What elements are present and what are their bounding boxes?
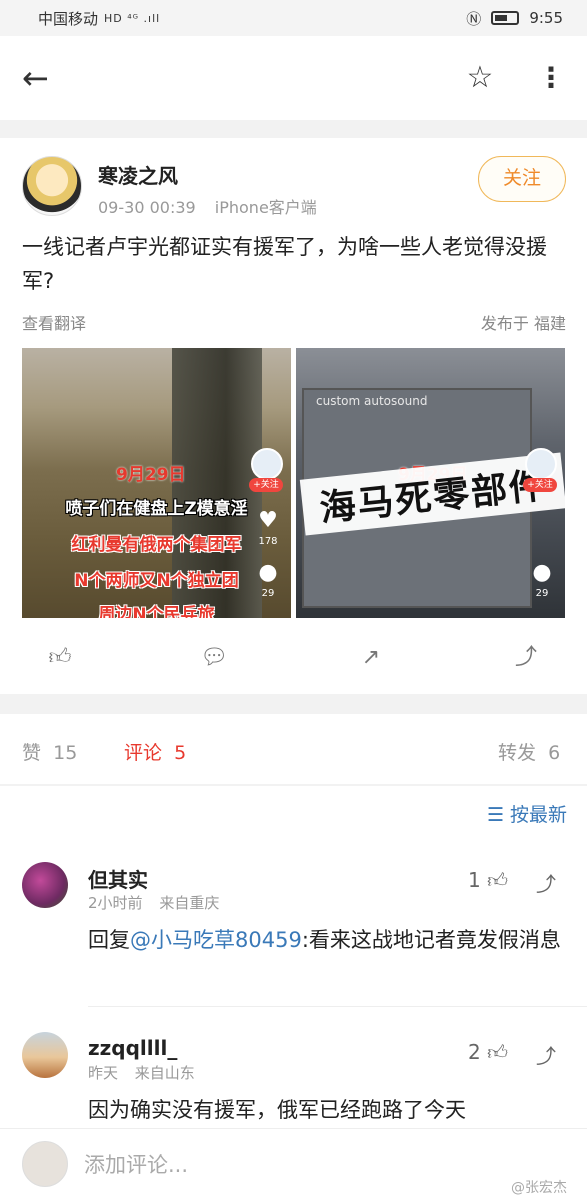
author-name[interactable]: 寒凌之风 [98, 160, 178, 189]
my-avatar [22, 1141, 68, 1187]
comment-body: :看来这战地记者竟发假消息 [301, 928, 561, 952]
post-image-1[interactable]: 9月29日 喷子们在健盘上Z模意淫 红利曼有俄两个集团军 N个两师又N个独立团 … [22, 348, 291, 618]
likes-tab-label: 赞 [22, 742, 42, 764]
comment-icon[interactable]: 💬︎ [198, 642, 230, 674]
commenter-name[interactable]: 但其实 [88, 864, 148, 893]
video-author-avatar-2 [525, 448, 557, 480]
post-stats: 赞 15 评论 5 转发 6 [0, 714, 587, 784]
video-author-avatar [251, 448, 283, 480]
video-follow-badge-2: +关注 [523, 478, 557, 492]
comment-input[interactable]: 添加评论... [84, 1149, 188, 1179]
reposts-tab[interactable]: 转发 6 [498, 738, 560, 765]
clock: 9:55 [529, 9, 563, 27]
comments-tab-count: 5 [174, 742, 187, 764]
follow-button[interactable]: 关注 [478, 156, 566, 202]
likes-tab-count: 15 [53, 742, 78, 764]
reply-prefix: 回复 [88, 928, 130, 952]
nfc-icon: Ⓝ [466, 9, 482, 28]
comment-meta: 昨天 来自山东 [88, 1062, 195, 1083]
back-arrow-icon[interactable]: ← [22, 60, 62, 96]
image-caption-line-3: N个两师又N个独立团 [74, 571, 239, 591]
commenter-avatar[interactable] [22, 1032, 68, 1078]
reposts-tab-label: 转发 [498, 742, 537, 764]
top-navbar: ← ☆ ⋮ [0, 36, 587, 120]
status-bar: 中国移动 HD ⁴ᴳ .ıll Ⓝ 9:55 [0, 0, 587, 36]
post-actions: 👍︎ 💬︎ ↗ ⤴ [0, 638, 587, 678]
more-vertical-icon[interactable]: ⋮ [536, 60, 566, 96]
video-comment-count: 29 [261, 588, 275, 599]
post-time: 09-30 00:39 [98, 198, 196, 217]
like-thumb-icon[interactable]: 👍︎ [44, 642, 76, 674]
comment-bubble-icon-2: ● [532, 560, 552, 585]
commenter-avatar[interactable] [22, 862, 68, 908]
comment-time: 昨天 [88, 1064, 119, 1082]
comment-location: 来自山东 [134, 1064, 195, 1082]
image-caption-line-4: 周边N个民兵旅 [98, 605, 215, 618]
star-icon[interactable]: ☆ [462, 60, 498, 96]
post-meta: 09-30 00:39 iPhone客户端 [98, 194, 317, 218]
post-text: 一线记者卢宇光都证实有援军了，为啥一些人老觉得没援军? [22, 235, 547, 293]
thumb-up-icon: 👍︎ [487, 868, 508, 892]
heart-icon: ♥ [258, 508, 278, 533]
translate-link[interactable]: 查看翻译 [22, 310, 86, 334]
signal-indicator: HD ⁴ᴳ .ıll [104, 11, 161, 25]
comment-like-button[interactable]: 2 👍︎ [468, 1040, 508, 1065]
comment-bubble-icon: ● [258, 560, 278, 585]
image-caption-line-1: 喷子们在健盘上Z模意淫 [65, 499, 248, 519]
box-brand-label: custom autosound [316, 394, 428, 408]
sort-label: 按最新 [509, 804, 567, 826]
comment-meta: 2小时前 来自重庆 [88, 892, 219, 913]
video-follow-badge: +关注 [249, 478, 283, 492]
image-date-tag: 9月29日 [116, 465, 186, 485]
author-avatar[interactable] [22, 156, 82, 216]
comments-tab-label: 评论 [124, 742, 163, 764]
comment-share-icon[interactable]: ⤴ [536, 1040, 556, 1069]
watermark-text: @张宏杰 [511, 1180, 567, 1196]
comment-input-bar: 添加评论... @张宏杰 [0, 1128, 587, 1200]
comment-time: 2小时前 [88, 894, 143, 912]
post-client: iPhone客户端 [214, 198, 317, 217]
comment-divider [88, 1006, 587, 1007]
post-image-2[interactable]: custom autosound 9月29日 海马死零部件 +关注 ● 29 [296, 348, 565, 618]
sort-icon: ☰ [486, 804, 504, 826]
commenter-name[interactable]: zzqqllll_ [88, 1036, 177, 1060]
thumb-up-icon: 👍︎ [487, 1040, 508, 1064]
comment-like-button[interactable]: 1 👍︎ [468, 868, 508, 893]
comments-tab[interactable]: 评论 5 [124, 738, 186, 765]
reposts-tab-count: 6 [548, 742, 561, 764]
post-location: 发布于 福建 [480, 314, 566, 333]
comment-location: 来自重庆 [159, 894, 220, 912]
comment-like-count: 1 [468, 868, 481, 892]
comment-like-count: 2 [468, 1040, 481, 1064]
carrier-label: 中国移动 [38, 9, 99, 28]
share-icon[interactable]: ⤴ [510, 642, 542, 674]
sort-button[interactable]: ☰ 按最新 [487, 800, 567, 827]
comment-share-icon[interactable]: ⤴ [536, 868, 556, 897]
comment-text: 回复@小马吃草80459:看来这战地记者竟发假消息 [88, 922, 568, 958]
image-caption-line-2: 红利曼有俄两个集团军 [71, 535, 242, 555]
mention-link[interactable]: @小马吃草80459 [130, 928, 302, 952]
post-card: 寒凌之风 09-30 00:39 iPhone客户端 关注 一线记者卢宇光都证实… [0, 138, 587, 694]
battery-icon [491, 11, 520, 25]
comment-text: 因为确实没有援军，俄军已经跑路了今天 [88, 1098, 466, 1122]
likes-tab[interactable]: 赞 15 [22, 738, 77, 765]
video-like-count: 178 [258, 536, 278, 547]
video-comment-count-2: 29 [535, 588, 549, 599]
repost-icon[interactable]: ↗ [355, 642, 387, 674]
